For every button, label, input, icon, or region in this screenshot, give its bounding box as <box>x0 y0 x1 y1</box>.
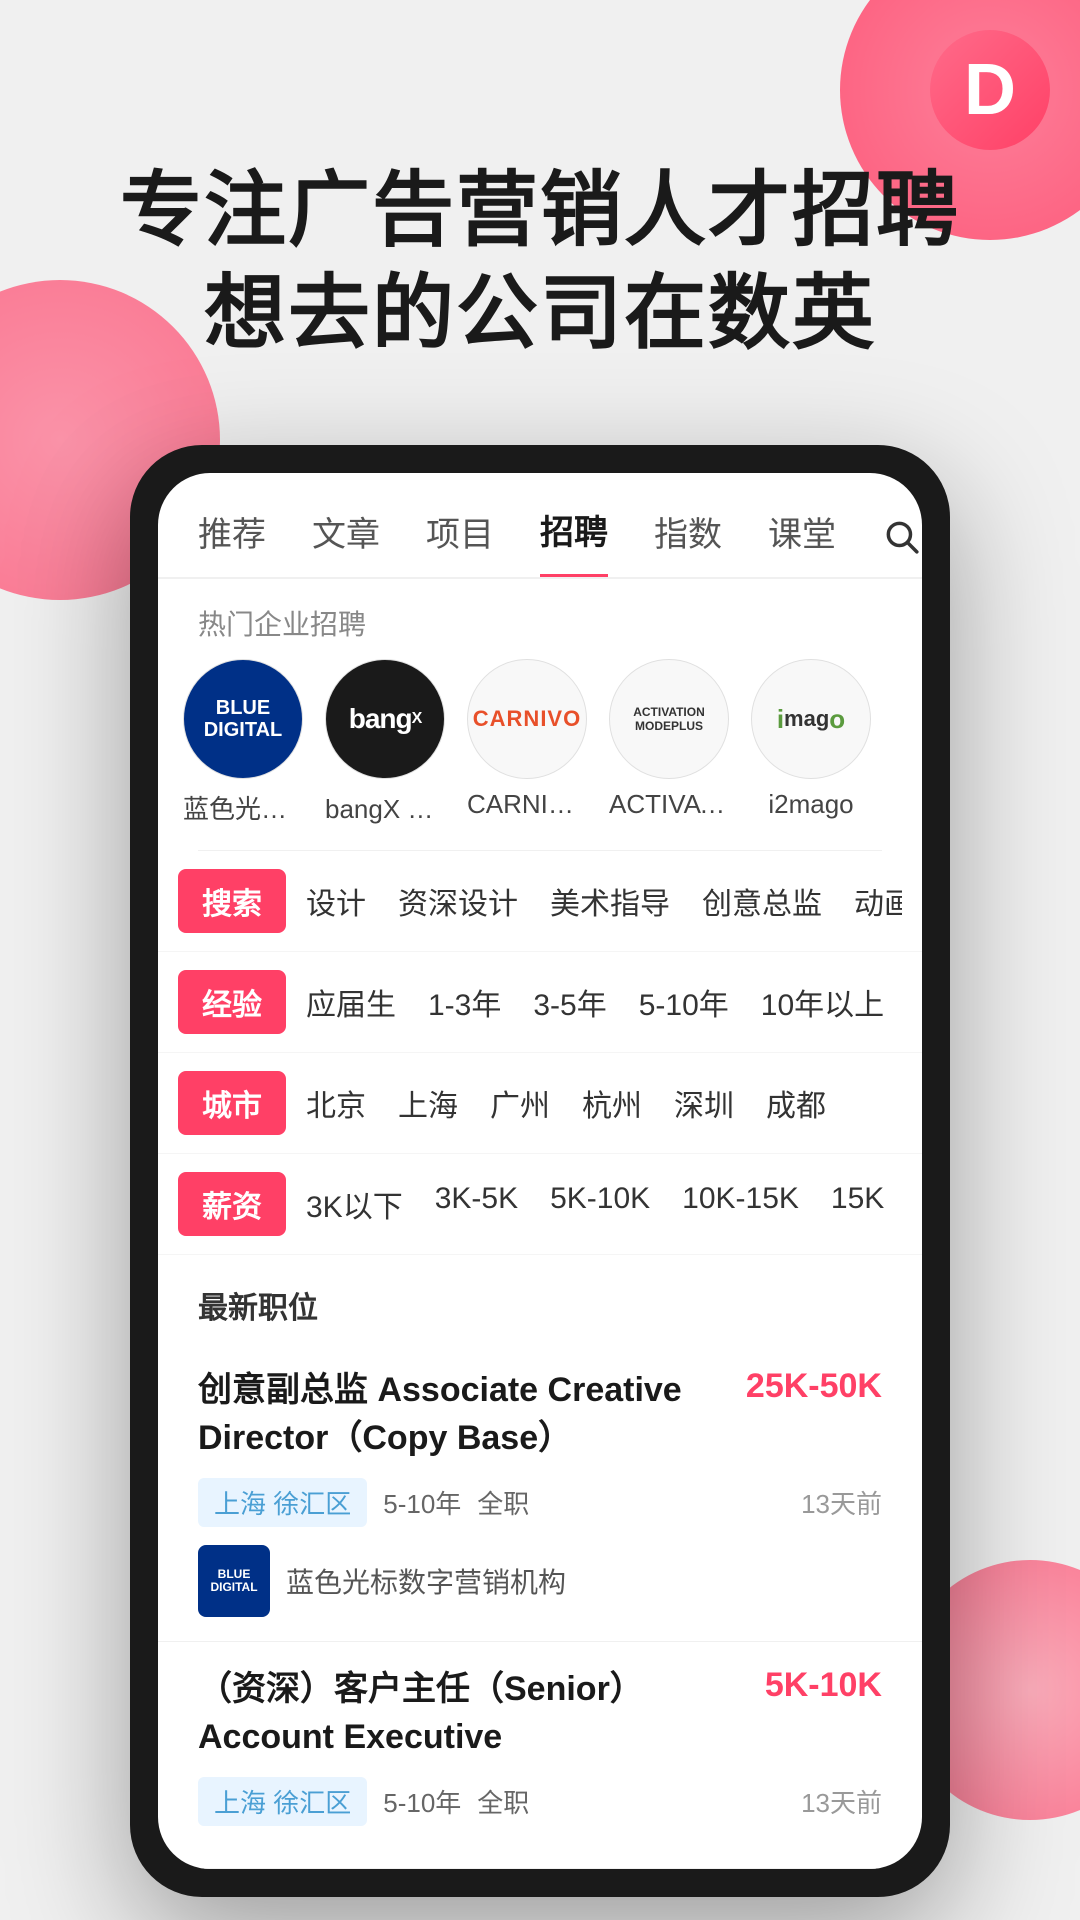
nav-item-index[interactable]: 指数 <box>654 507 722 576</box>
company-item-bangx[interactable]: bangX bangX 上海 <box>320 659 450 826</box>
nav-item-recommend[interactable]: 推荐 <box>198 507 266 576</box>
job-1-posted: 13天前 <box>801 1484 882 1521</box>
company-logo-blue-digital: BLUEDIGITAL <box>183 659 303 779</box>
filter-tag-city[interactable]: 城市 <box>178 1071 286 1135</box>
company-name-imago: i2mago <box>768 789 853 820</box>
company-name-carnivo: CARNIVO... <box>467 789 587 820</box>
filter-option-hangzhou[interactable]: 杭州 <box>582 1081 642 1125</box>
filter-option-senior-design[interactable]: 资深设计 <box>398 879 518 923</box>
company-item-imago[interactable]: imago i2mago <box>746 659 876 820</box>
phone-mockup: 推荐 文章 项目 招聘 指数 课堂 热门企业招聘 BLUEDIGI <box>110 445 970 1897</box>
companies-row: BLUEDIGITAL 蓝色光标... bangX bangX 上海 CARNI… <box>158 659 922 850</box>
company-item-activation[interactable]: ACTIVATIONMODEPLUS ACTIVATIO... <box>604 659 734 820</box>
job-1-company-logo: BLUEDIGITAL <box>198 1545 270 1617</box>
nav-item-article[interactable]: 文章 <box>312 507 380 576</box>
filter-option-5-10[interactable]: 5-10年 <box>639 980 729 1024</box>
phone-frame: 推荐 文章 项目 招聘 指数 课堂 热门企业招聘 BLUEDIGI <box>130 445 950 1897</box>
job-1-company-name: 蓝色光标数字营销机构 <box>286 1561 566 1601</box>
filter-option-fresh[interactable]: 应届生 <box>306 980 396 1024</box>
job-1-type: 全职 <box>477 1484 529 1521</box>
job-1-company: BLUEDIGITAL 蓝色光标数字营销机构 <box>198 1545 882 1617</box>
filter-option-under3k[interactable]: 3K以下 <box>306 1182 403 1226</box>
nav-item-project[interactable]: 项目 <box>426 507 494 576</box>
company-name-bangx: bangX 上海 <box>325 789 445 826</box>
company-logo-imago: imago <box>751 659 871 779</box>
app-navigation: 推荐 文章 项目 招聘 指数 课堂 <box>158 473 922 579</box>
filter-options-city: 北京 上海 广州 杭州 深圳 成都 <box>306 1081 826 1125</box>
filter-option-shenzhen[interactable]: 深圳 <box>674 1081 734 1125</box>
filter-row-salary: 薪资 3K以下 3K-5K 5K-10K 10K-15K 15K <box>158 1154 922 1255</box>
filter-option-art-director[interactable]: 美术指导 <box>550 879 670 923</box>
filter-option-animation[interactable]: 动画 <box>854 879 902 923</box>
company-logo-carnivo: CARNIVO <box>467 659 587 779</box>
filter-options-salary: 3K以下 3K-5K 5K-10K 10K-15K 15K <box>306 1182 884 1226</box>
hero-section: 专注广告营销人才招聘 想去的公司在数英 <box>0 0 1080 365</box>
nav-item-course[interactable]: 课堂 <box>768 507 836 576</box>
company-logo-bangx: bangX <box>325 659 445 779</box>
filter-option-beijing[interactable]: 北京 <box>306 1081 366 1125</box>
filter-option-3-5[interactable]: 3-5年 <box>533 980 606 1024</box>
filter-option-15kplus[interactable]: 15K <box>831 1182 884 1226</box>
job-2-location: 上海 徐汇区 <box>198 1777 367 1826</box>
company-name-activation: ACTIVATIO... <box>609 789 729 820</box>
filter-option-5-10k[interactable]: 5K-10K <box>550 1182 650 1226</box>
filter-option-shanghai[interactable]: 上海 <box>398 1081 458 1125</box>
filter-options-experience: 应届生 1-3年 3-5年 5-10年 10年以上 <box>306 980 884 1024</box>
company-name-blue-digital: 蓝色光标... <box>183 789 303 826</box>
job-2-experience: 5-10年 <box>383 1783 461 1820</box>
phone-screen: 推荐 文章 项目 招聘 指数 课堂 热门企业招聘 BLUEDIGI <box>158 473 922 1869</box>
hero-line1: 专注广告营销人才招聘 <box>120 165 960 256</box>
filter-row-city: 城市 北京 上海 广州 杭州 深圳 成都 <box>158 1053 922 1154</box>
filter-option-guangzhou[interactable]: 广州 <box>490 1081 550 1125</box>
job-2-meta: 上海 徐汇区 5-10年 全职 13天前 <box>198 1777 882 1826</box>
latest-positions-title: 最新职位 <box>158 1255 922 1343</box>
job-card-1[interactable]: 创意副总监 Associate Creative Director（Copy B… <box>158 1343 922 1642</box>
job-1-title-row: 创意副总监 Associate Creative Director（Copy B… <box>198 1367 882 1462</box>
filter-tag-search[interactable]: 搜索 <box>178 869 286 933</box>
company-item-carnivo[interactable]: CARNIVO CARNIVO... <box>462 659 592 820</box>
job-card-2[interactable]: （资深）客户主任（Senior）Account Executive 5K-10K… <box>158 1642 922 1869</box>
job-1-experience: 5-10年 <box>383 1484 461 1521</box>
job-2-title-row: （资深）客户主任（Senior）Account Executive 5K-10K <box>198 1666 882 1761</box>
filter-row-search: 搜索 设计 资深设计 美术指导 创意总监 动画 <box>158 851 922 952</box>
job-1-location: 上海 徐汇区 <box>198 1478 367 1527</box>
filter-option-creative-director[interactable]: 创意总监 <box>702 879 822 923</box>
job-2-type: 全职 <box>477 1783 529 1820</box>
filter-tag-experience[interactable]: 经验 <box>178 970 286 1034</box>
search-icon[interactable] <box>882 517 920 565</box>
job-2-posted: 13天前 <box>801 1783 882 1820</box>
hero-line2: 想去的公司在数英 <box>204 268 876 359</box>
job-2-title: （资深）客户主任（Senior）Account Executive <box>198 1666 765 1761</box>
filter-option-3-5k[interactable]: 3K-5K <box>435 1182 518 1226</box>
job-1-meta: 上海 徐汇区 5-10年 全职 13天前 <box>198 1478 882 1527</box>
company-logo-activation: ACTIVATIONMODEPLUS <box>609 659 729 779</box>
filter-row-experience: 经验 应届生 1-3年 3-5年 5-10年 10年以上 <box>158 952 922 1053</box>
job-1-title: 创意副总监 Associate Creative Director（Copy B… <box>198 1367 746 1462</box>
filter-option-chengdu[interactable]: 成都 <box>766 1081 826 1125</box>
filter-tag-salary[interactable]: 薪资 <box>178 1172 286 1236</box>
company-item-blue-digital[interactable]: BLUEDIGITAL 蓝色光标... <box>178 659 308 826</box>
job-2-salary: 5K-10K <box>765 1666 882 1705</box>
nav-item-jobs[interactable]: 招聘 <box>540 505 608 577</box>
hot-companies-label: 热门企业招聘 <box>158 579 922 659</box>
filter-option-10-15k[interactable]: 10K-15K <box>682 1182 799 1226</box>
job-1-salary: 25K-50K <box>746 1367 882 1406</box>
filter-option-1-3[interactable]: 1-3年 <box>428 980 501 1024</box>
filter-options-search: 设计 资深设计 美术指导 创意总监 动画 <box>306 879 902 923</box>
filter-option-design[interactable]: 设计 <box>306 879 366 923</box>
app-logo: D <box>930 30 1050 150</box>
filter-option-10plus[interactable]: 10年以上 <box>761 980 884 1024</box>
